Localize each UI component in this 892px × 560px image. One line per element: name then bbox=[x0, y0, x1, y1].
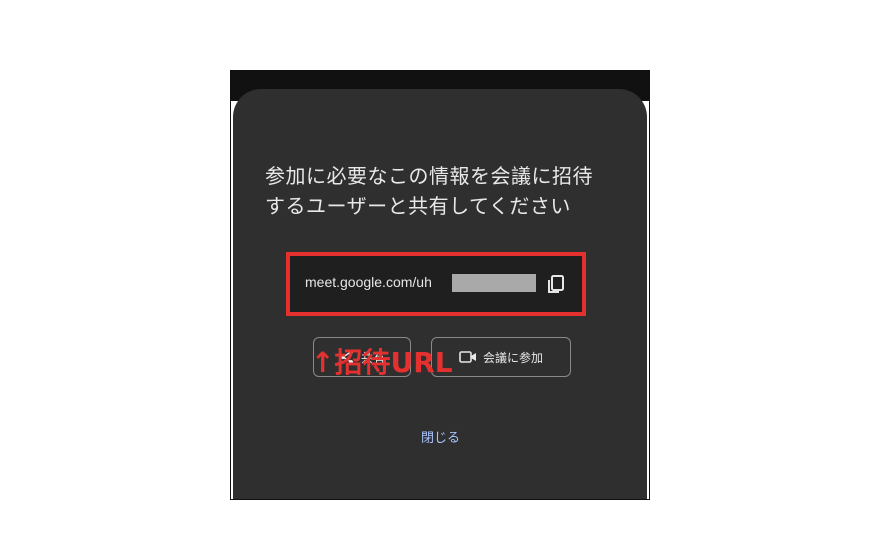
dialog-title-line2: するユーザーと共有してください bbox=[265, 194, 571, 218]
url-highlight-box bbox=[286, 252, 586, 316]
invite-url-annotation: ↑招待URL bbox=[311, 346, 453, 379]
dialog-title-line1: 参加に必要なこの情報を会議に招待 bbox=[265, 164, 593, 188]
close-button[interactable]: 閉じる bbox=[421, 427, 460, 446]
share-meeting-dialog: 参加に必要なこの情報を会議に招待 するユーザーと共有してください meet.go… bbox=[233, 89, 647, 499]
video-icon bbox=[459, 351, 476, 363]
join-meeting-button-label: 会議に参加 bbox=[482, 350, 543, 365]
phone-screen: 参加に必要なこの情報を会議に招待 するユーザーと共有してください meet.go… bbox=[230, 70, 650, 500]
dialog-title: 参加に必要なこの情報を会議に招待 するユーザーと共有してください bbox=[265, 161, 625, 221]
